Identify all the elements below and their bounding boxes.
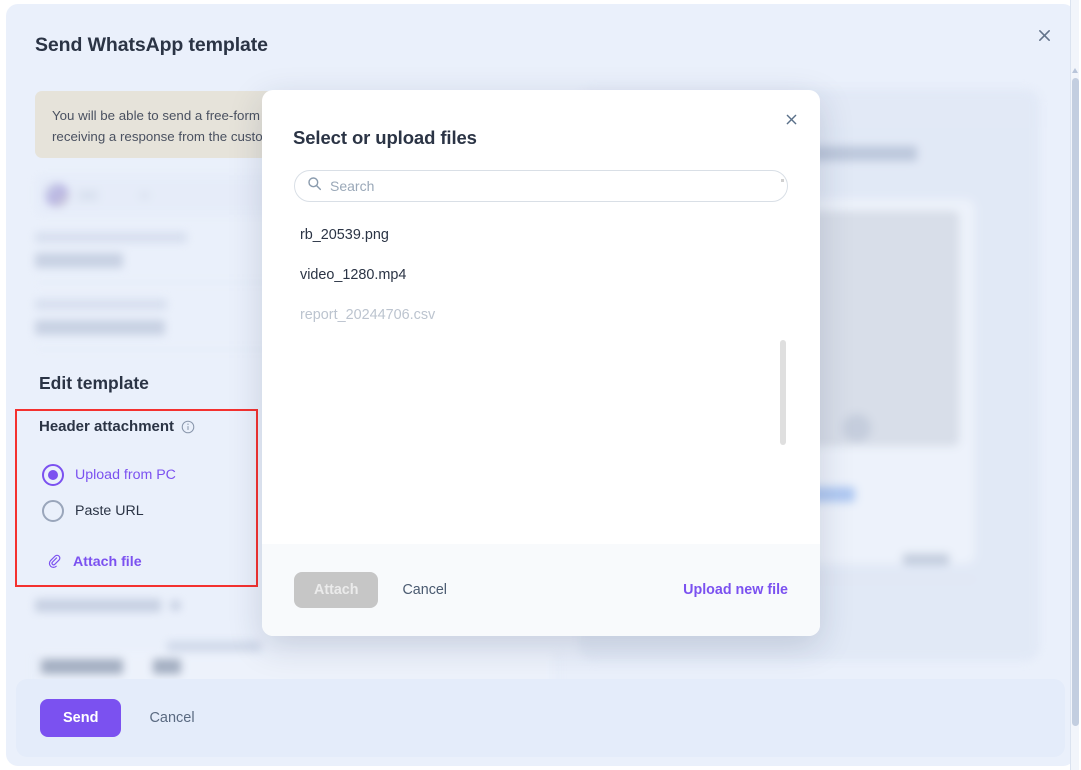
phone-country-code	[78, 189, 98, 201]
field-value	[35, 320, 165, 335]
upload-new-file-button[interactable]: Upload new file	[683, 574, 788, 606]
dialog-action-bar: Send Cancel	[16, 679, 1065, 757]
input-text-left	[41, 659, 123, 674]
page-title: Send WhatsApp template	[35, 34, 268, 56]
field-label	[35, 232, 187, 243]
file-list-item-disabled: report_20244706.csv	[300, 307, 436, 323]
paperclip-icon	[46, 553, 63, 570]
search-field[interactable]	[294, 170, 788, 202]
attach-file-label: Attach file	[73, 553, 142, 570]
message-body-label	[35, 599, 161, 612]
modal-title: Select or upload files	[293, 127, 477, 148]
info-icon[interactable]	[181, 420, 195, 434]
close-icon[interactable]	[1031, 22, 1057, 48]
scroll-up-arrow-icon	[781, 179, 784, 182]
field-label	[35, 299, 167, 310]
close-icon[interactable]	[779, 107, 803, 131]
file-list: rb_20539.png video_1280.mp4 report_20244…	[262, 215, 820, 585]
file-list-scrollbar-thumb[interactable]	[780, 340, 786, 445]
attach-button: Attach	[294, 572, 379, 608]
radio-label-upload-from-pc: Upload from PC	[75, 467, 176, 483]
app-root: Send WhatsApp template You will be able …	[0, 0, 1081, 770]
input-text-right	[153, 659, 181, 674]
field-value	[35, 253, 123, 268]
page-scrollbar[interactable]	[1070, 0, 1079, 770]
header-attachment-title-row: Header attachment	[39, 418, 195, 435]
header-attachment-label: Header attachment	[39, 418, 175, 435]
info-icon	[170, 600, 181, 611]
search-input[interactable]	[330, 178, 775, 194]
input-floating-label	[167, 641, 261, 652]
modal-footer: Attach Cancel Upload new file	[262, 544, 820, 636]
page-scrollbar-thumb[interactable]	[1072, 78, 1079, 726]
flag-icon	[45, 183, 69, 207]
radio-option-upload-from-pc[interactable]: Upload from PC	[42, 464, 176, 486]
modal-cancel-button[interactable]: Cancel	[388, 574, 461, 606]
radio-button-selected[interactable]	[42, 464, 64, 486]
phone-input-box	[35, 174, 281, 216]
send-button[interactable]: Send	[40, 699, 122, 737]
radio-option-paste-url[interactable]: Paste URL	[42, 500, 144, 522]
preview-timestamp	[903, 554, 949, 565]
attach-file-button[interactable]: Attach file	[46, 553, 142, 570]
search-icon	[307, 176, 322, 196]
cancel-button[interactable]: Cancel	[135, 702, 208, 734]
radio-button-unselected[interactable]	[42, 500, 64, 522]
select-or-upload-files-modal: Select or upload files rb_20539.png vide…	[262, 90, 820, 636]
file-list-item[interactable]: video_1280.mp4	[262, 255, 820, 295]
edit-template-heading: Edit template	[39, 373, 149, 393]
file-list-item[interactable]: rb_20539.png	[262, 215, 820, 255]
play-icon	[843, 414, 871, 442]
radio-label-paste-url: Paste URL	[75, 503, 144, 519]
chevron-down-icon	[140, 191, 149, 199]
scroll-up-arrow-icon[interactable]	[1072, 68, 1078, 73]
